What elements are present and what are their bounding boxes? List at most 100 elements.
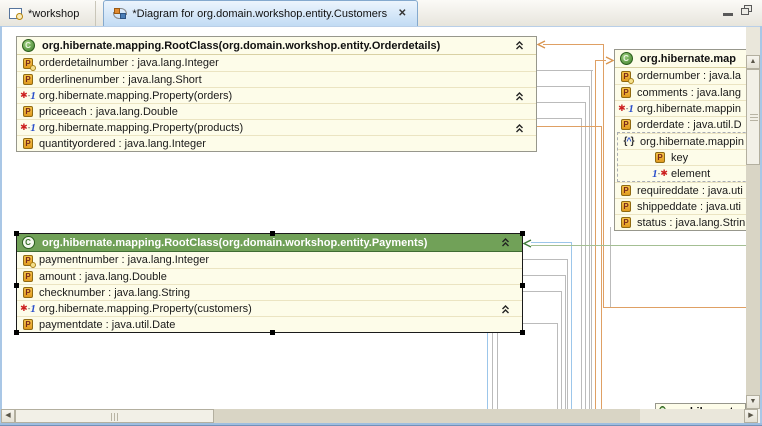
member-label: quantityordered : java.lang.Integer: [39, 138, 206, 150]
property-icon: P: [20, 138, 36, 150]
member-label: ordernumber : java.la: [637, 70, 741, 82]
many-to-one-icon: ✱-1: [20, 90, 36, 102]
member-label: orderdetailnumber : java.lang.Integer: [39, 57, 219, 69]
class-box-payments[interactable]: Corg.hibernate.mapping.RootClass(org.dom…: [16, 233, 523, 333]
horizontal-scrollbar-track-shaded[interactable]: [214, 409, 640, 423]
workshop-editor-icon: [9, 7, 23, 20]
scroll-right-button[interactable]: ▶: [744, 409, 758, 423]
one-to-many-icon: 1-✱: [652, 168, 668, 180]
scroll-left-button[interactable]: ◀: [1, 409, 15, 423]
member-row[interactable]: {^}org.hibernate.mappin: [618, 133, 746, 149]
member-row[interactable]: Ppriceeach : java.lang.Double: [17, 103, 536, 119]
class-title: org.hibernate.map: [640, 53, 746, 65]
tab-label: *workshop: [28, 8, 79, 20]
many-to-one-icon: ✱-1: [618, 103, 634, 115]
member-row[interactable]: Porderlinenumber : java.lang.Short: [17, 71, 536, 87]
member-row[interactable]: ✱-1org.hibernate.mapping.Property(orders…: [17, 87, 536, 103]
class-icon: C: [20, 237, 36, 249]
member-row[interactable]: Ppaymentnumber : java.lang.Integer: [17, 252, 522, 268]
scroll-down-button[interactable]: ▼: [746, 395, 760, 409]
member-label: amount : java.lang.Double: [39, 271, 167, 283]
scroll-up-button[interactable]: ▲: [746, 55, 760, 69]
member-label: org.hibernate.mapping.Property(products): [39, 122, 243, 134]
vertical-scrollbar-thumb[interactable]: [746, 69, 760, 165]
scroll-down-icon: ▼: [750, 398, 757, 405]
selection-handle[interactable]: [270, 231, 275, 236]
property-icon: P: [20, 319, 36, 331]
member-label: org.hibernate.mappin: [640, 136, 744, 148]
property-icon: P: [618, 87, 634, 99]
diagram-canvas[interactable]: Corg.hibernate.mapping.RootClass(org.dom…: [2, 27, 746, 409]
class-members: Ppaymentnumber : java.lang.IntegerPamoun…: [17, 252, 522, 332]
class-members: Pordernumber : java.laPcomments : java.l…: [615, 68, 746, 230]
minimize-icon[interactable]: [723, 5, 733, 16]
member-row[interactable]: ✱-1org.hibernate.mapping.Property(custom…: [17, 300, 522, 316]
tab-workshop[interactable]: *workshop: [0, 1, 96, 26]
class-header[interactable]: Corg.hibernate.mapping.RootClass(org.dom…: [17, 37, 536, 55]
member-label: paymentdate : java.util.Date: [39, 319, 175, 331]
property-icon: P: [20, 271, 36, 283]
collapse-icon[interactable]: [515, 92, 524, 101]
restore-icon[interactable]: [741, 5, 752, 15]
collapse-icon[interactable]: [515, 41, 524, 50]
property-icon: P: [652, 152, 668, 164]
member-row[interactable]: Pamount : java.lang.Double: [17, 268, 522, 284]
selection-handle[interactable]: [520, 330, 525, 335]
many-to-one-icon: ✱-1: [20, 122, 36, 134]
selection-handle[interactable]: [14, 231, 19, 236]
member-row[interactable]: Pordernumber : java.la: [615, 68, 746, 84]
many-to-one-icon: ✱-1: [20, 303, 36, 315]
member-row[interactable]: Pchecknumber : java.lang.String: [17, 284, 522, 300]
class-header[interactable]: Corg.hibernate.map: [615, 50, 746, 68]
class-box-orders[interactable]: Corg.hibernate.mapPordernumber : java.la…: [614, 49, 746, 231]
class-members: Porderdetailnumber : java.lang.IntegerPo…: [17, 55, 536, 151]
member-label: shippeddate : java.uti: [637, 201, 741, 213]
member-label: comments : java.lang: [637, 87, 741, 99]
member-row[interactable]: 1-✱element: [618, 165, 746, 181]
class-title: org.hibernate.mapping.RootClass(org.doma…: [42, 237, 445, 249]
close-tab-icon[interactable]: ✕: [396, 8, 408, 19]
member-label: org.hibernate.mappin: [637, 103, 741, 115]
property-icon: P: [618, 119, 634, 131]
member-row[interactable]: Prequireddate : java.uti: [615, 182, 746, 198]
member-label: key: [671, 152, 688, 164]
member-label: orderdate : java.util.D: [637, 119, 742, 131]
collapse-icon[interactable]: [501, 305, 510, 314]
member-row[interactable]: Pkey: [618, 149, 746, 165]
member-row[interactable]: Pquantityordered : java.lang.Integer: [17, 135, 536, 151]
member-row[interactable]: ✱-1org.hibernate.mapping.Property(produc…: [17, 119, 536, 135]
property-icon: P: [20, 287, 36, 299]
class-icon: C: [618, 53, 634, 65]
class-box-orderdetails[interactable]: Corg.hibernate.mapping.RootClass(org.dom…: [16, 36, 537, 152]
collection-icon: {^}: [621, 136, 637, 148]
arrowhead-icon: [537, 40, 546, 49]
selection-handle[interactable]: [14, 283, 19, 288]
diagram-icon: [113, 7, 127, 20]
member-row[interactable]: Pcomments : java.lang: [615, 84, 746, 100]
member-row[interactable]: Pshippeddate : java.uti: [615, 198, 746, 214]
collapse-icon[interactable]: [501, 238, 510, 247]
member-row[interactable]: ✱-1org.hibernate.mappin: [615, 100, 746, 116]
member-label: element: [671, 168, 710, 180]
member-label: priceeach : java.lang.Double: [39, 106, 178, 118]
selection-handle[interactable]: [14, 330, 19, 335]
scroll-left-icon: ◀: [5, 412, 10, 419]
member-label: orderlinenumber : java.lang.Short: [39, 74, 202, 86]
member-row[interactable]: Pstatus : java.lang.Strin: [615, 214, 746, 230]
property-icon: P: [618, 185, 634, 197]
horizontal-scrollbar-thumb[interactable]: [15, 409, 214, 423]
property-key-icon: P: [618, 70, 634, 82]
class-header[interactable]: Corg.hibernate.mapping.RootClass(org.dom…: [17, 234, 522, 252]
tab-diagram-customers[interactable]: *Diagram for org.domain.workshop.entity.…: [103, 0, 418, 26]
class-title: org.hibernate.mapping.RootClass(org.doma…: [42, 40, 458, 52]
member-label: requireddate : java.uti: [637, 185, 743, 197]
property-icon: P: [618, 201, 634, 213]
collapse-icon[interactable]: [515, 124, 524, 133]
member-row[interactable]: Porderdate : java.util.D: [615, 116, 746, 132]
vertical-scrollbar-track-shaded[interactable]: [746, 165, 760, 395]
selection-handle[interactable]: [520, 231, 525, 236]
member-label: org.hibernate.mapping.Property(orders): [39, 90, 232, 102]
member-row[interactable]: Porderdetailnumber : java.lang.Integer: [17, 55, 536, 71]
selection-handle[interactable]: [520, 283, 525, 288]
selection-handle[interactable]: [270, 330, 275, 335]
